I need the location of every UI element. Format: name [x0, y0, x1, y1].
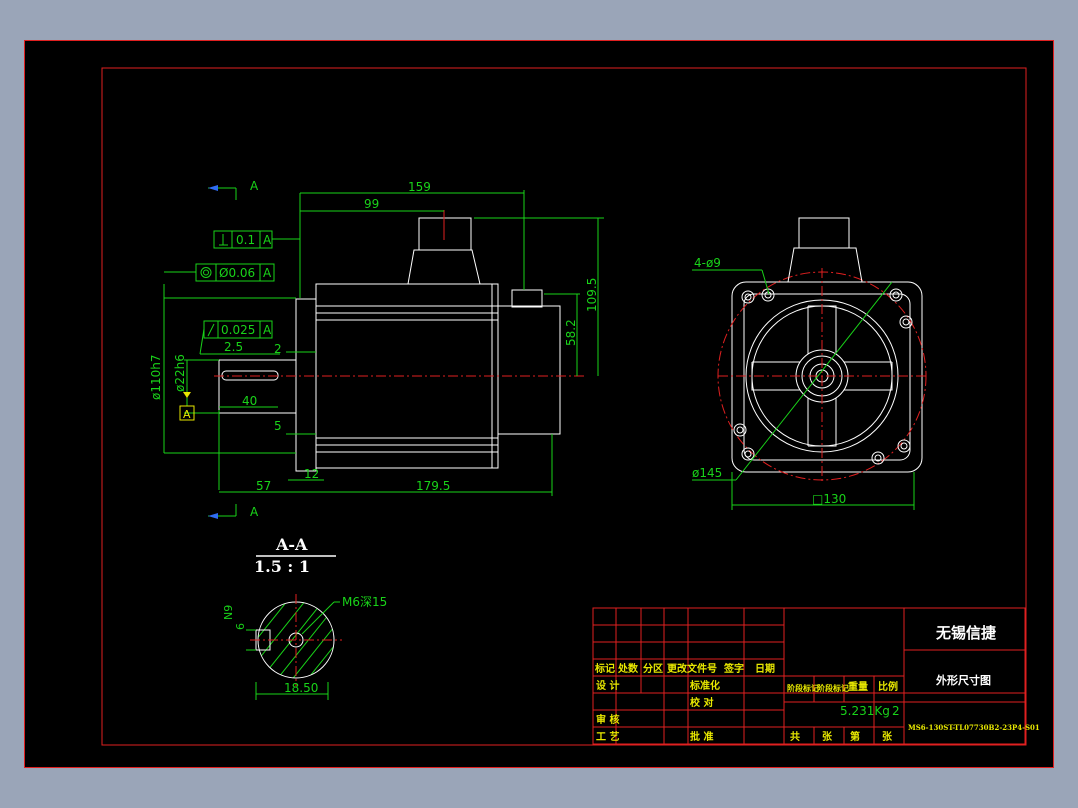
flange: [295, 298, 317, 472]
svg-text:第: 第: [850, 730, 860, 743]
svg-text:阶段标记: 阶段标记: [817, 683, 849, 693]
front-square-flange: [731, 281, 923, 473]
dim-square: □130: [812, 492, 846, 506]
section-scale: 1.5 : 1: [254, 557, 310, 576]
outer-frame: [24, 40, 1054, 768]
front-view: [717, 217, 928, 482]
svg-text:标记: 标记: [594, 662, 615, 675]
cad-drawing: 159 99 109.5 58.2 ø110h7 ø22h6 40 2.5 2 …: [24, 40, 1054, 768]
drawing-sheet: 159 99 109.5 58.2 ø110h7 ø22h6 40 2.5 2 …: [24, 40, 1054, 768]
svg-text:日期: 日期: [755, 662, 775, 675]
dim-shaft-dia: ø22h6: [173, 354, 187, 392]
svg-text:A: A: [263, 323, 272, 337]
section-view: A-A 1.5 : 1 M6深15 18.50 6 N9: [222, 535, 387, 700]
key-width-dim: 6: [234, 623, 247, 630]
dim-flange-dia: ø110h7: [149, 355, 163, 401]
svg-text:校 对: 校 对: [690, 696, 713, 709]
section-title: A-A: [275, 535, 308, 554]
dim-12: 12: [304, 467, 319, 481]
svg-text:A: A: [263, 266, 272, 280]
key-dim-n9: N9: [222, 605, 235, 620]
tap-note: M6深15: [342, 595, 387, 609]
svg-text:签字: 签字: [723, 662, 744, 675]
dim-58.2: 58.2: [564, 319, 578, 346]
perpendicularity-frame: 0.1 A: [213, 230, 300, 249]
connector-plug: [418, 217, 472, 251]
svg-text:分区: 分区: [643, 662, 663, 675]
svg-text:比例: 比例: [878, 680, 898, 693]
svg-text:共: 共: [790, 730, 800, 743]
section-mark-top: A: [250, 179, 259, 193]
svg-text:设 计: 设 计: [596, 679, 619, 692]
side-view: [214, 210, 584, 472]
part-number: MS6-130ST-TL07730B2-23P4-S01: [908, 723, 1040, 732]
concentricity-frame: Ø0.06 A: [164, 263, 275, 282]
encoder-cover: [497, 305, 561, 435]
dim-pcd: ø145: [692, 466, 722, 480]
dim-height-109.5: 109.5: [585, 278, 599, 312]
svg-text:A: A: [263, 233, 272, 247]
datum-a: A: [179, 392, 195, 421]
dim-2.5: 2.5: [224, 340, 243, 354]
encoder-connector: [511, 289, 543, 308]
front-connector: [787, 247, 863, 283]
scale-value: 2: [892, 704, 900, 718]
company-name: 无锡信捷: [935, 624, 997, 642]
shaft: [218, 359, 297, 414]
svg-text:A: A: [183, 408, 191, 421]
dim-99: 99: [364, 197, 379, 211]
svg-text:张: 张: [822, 730, 833, 743]
dim-5: 5: [274, 419, 282, 433]
svg-text:工 艺: 工 艺: [596, 730, 619, 743]
section-width-dim: 18.50: [284, 681, 318, 695]
svg-text:审 核: 审 核: [596, 713, 619, 726]
svg-text:Ø0.06: Ø0.06: [219, 266, 255, 280]
dim-57: 57: [256, 479, 271, 493]
svg-text:批 准: 批 准: [690, 730, 713, 743]
svg-text:0.1: 0.1: [236, 233, 255, 247]
dim-179.5: 179.5: [416, 479, 450, 493]
svg-text:阶段标记: 阶段标记: [787, 683, 819, 693]
power-connector: [407, 249, 481, 285]
svg-text:标准化: 标准化: [689, 679, 720, 692]
svg-text:重量: 重量: [848, 680, 868, 693]
dim-2: 2: [274, 342, 282, 356]
svg-text:张: 张: [882, 730, 893, 743]
section-mark-bottom: A: [250, 505, 259, 519]
svg-text:处数: 处数: [617, 662, 639, 675]
drawing-title: 外形尺寸图: [935, 673, 991, 687]
svg-text:更改文件号: 更改文件号: [667, 662, 717, 675]
title-block: 标记 处数 分区 更改文件号 签字 日期 设 计 标准化 校 对 审 核 工 艺…: [592, 607, 1040, 745]
dim-overall-length: 159: [408, 180, 431, 194]
dim-holes: 4-ø9: [694, 256, 721, 270]
dim-shaft-len: 40: [242, 394, 257, 408]
svg-text:0.025: 0.025: [221, 323, 255, 337]
mass-value: 5.231Kg: [840, 704, 890, 718]
